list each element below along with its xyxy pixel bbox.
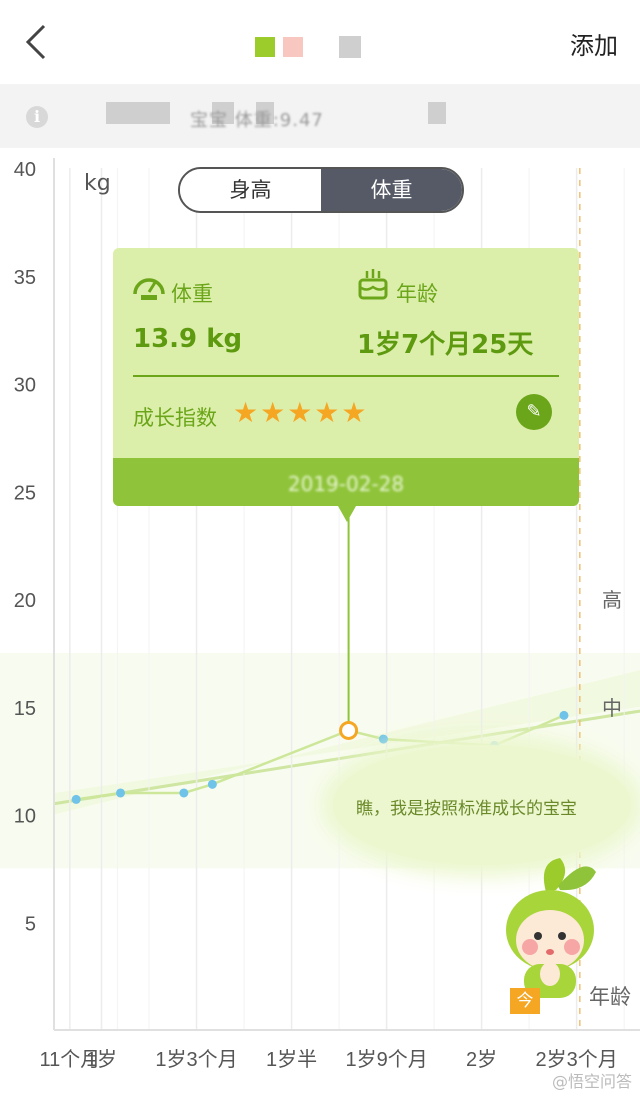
data-point xyxy=(559,710,569,720)
today-badge: 今 xyxy=(510,988,540,1014)
tab-height[interactable]: 身高 xyxy=(180,169,321,211)
x-tick-label: 1岁半 xyxy=(266,1048,317,1071)
data-point xyxy=(378,734,388,744)
data-point-card: 体重 年龄 13.9 kg 1岁7个月25天 成长指数 ★★★★★ ✎ 2019… xyxy=(113,248,579,506)
weight-label: 体重 xyxy=(171,282,213,306)
data-point xyxy=(179,788,189,798)
tab-weight[interactable]: 体重 xyxy=(321,169,462,211)
x-tick-label: 1岁 xyxy=(86,1048,117,1071)
pencil-icon[interactable]: ✎ xyxy=(516,394,552,430)
metric-toggle: 身高 体重 xyxy=(178,167,464,213)
chevron-left-icon[interactable] xyxy=(22,24,50,60)
gauge-icon xyxy=(133,278,165,300)
card-date-bar: 2019-02-28 xyxy=(113,458,579,506)
sprout-mascot-icon[interactable] xyxy=(498,852,602,1002)
data-point xyxy=(71,794,81,804)
data-point xyxy=(116,788,126,798)
y-tick-label: 35 xyxy=(14,267,36,289)
band-label: 高 xyxy=(602,588,622,612)
age-value: 1岁7个月25天 xyxy=(357,330,534,360)
x-tick-label: 1岁3个月 xyxy=(155,1048,237,1071)
y-tick-label: 5 xyxy=(25,913,36,935)
add-button[interactable]: 添加 xyxy=(570,26,618,61)
x-tick-label: 2岁 xyxy=(466,1048,497,1071)
info-text: 宝宝 体重:9.47 xyxy=(190,110,324,131)
star-rating: ★★★★★ xyxy=(233,396,369,429)
y-tick-label: 10 xyxy=(14,806,36,828)
growth-index-label: 成长指数 xyxy=(133,406,217,430)
mascot-speech-text: 瞧，我是按照标准成长的宝宝 xyxy=(356,799,577,819)
page-title xyxy=(255,36,361,58)
y-tick-label: 25 xyxy=(14,482,36,504)
band-label: 中 xyxy=(602,696,622,720)
y-tick-label: 40 xyxy=(14,159,36,181)
card-pointer xyxy=(338,506,356,522)
y-tick-label: 15 xyxy=(14,698,36,720)
cake-icon xyxy=(358,269,388,300)
watermark: @悟空问答 xyxy=(551,1072,632,1091)
card-divider xyxy=(133,375,559,377)
y-tick-label: 30 xyxy=(14,375,36,397)
y-axis-unit-label: kg xyxy=(84,171,111,196)
header-bar: 添加 xyxy=(0,0,640,85)
card-date: 2019-02-28 xyxy=(287,472,405,496)
data-point xyxy=(207,779,217,789)
weight-value: 13.9 kg xyxy=(133,324,243,354)
x-tick-label: 1岁9个月 xyxy=(345,1048,427,1071)
age-label: 年龄 xyxy=(396,282,438,306)
y-tick-label: 20 xyxy=(14,590,36,612)
selected-data-point xyxy=(339,720,359,740)
